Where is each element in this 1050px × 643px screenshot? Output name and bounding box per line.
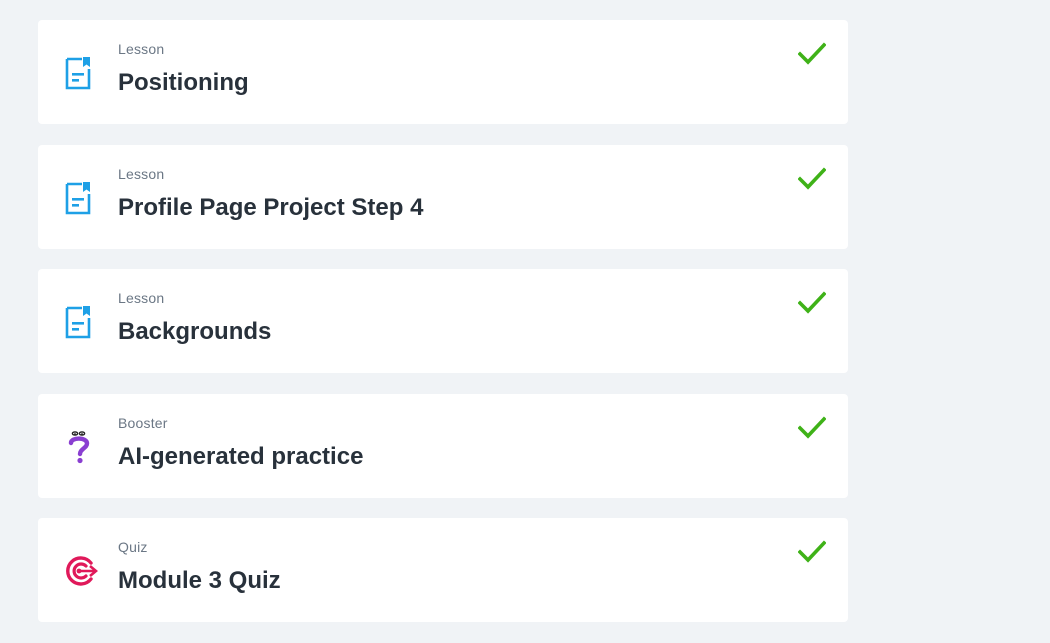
checkmark-icon (797, 166, 827, 191)
booster-question-icon (64, 430, 94, 464)
item-type-label: Lesson (118, 165, 165, 182)
lesson-document-icon (64, 56, 94, 90)
list-item-positioning[interactable]: Lesson Positioning (38, 20, 848, 124)
item-type-label: Lesson (118, 290, 165, 306)
lesson-document-icon (64, 305, 94, 339)
checkmark-icon (797, 291, 827, 315)
item-title: Profile Page Project Step 4 (118, 193, 424, 221)
item-title: Backgrounds (118, 318, 272, 345)
item-type-label: Lesson (118, 41, 165, 57)
list-item-module-3-quiz[interactable]: Quiz Module 3 Quiz (38, 518, 848, 622)
item-type-label: Quiz (118, 539, 148, 555)
item-title: Positioning (118, 69, 249, 96)
checkmark-icon (797, 42, 827, 66)
item-title: Module 3 Quiz (118, 567, 281, 594)
list-item-ai-generated-practice[interactable]: Booster AI-generated practice (38, 393, 848, 498)
module-item-list: Lesson Positioning Lesson Profile Page P… (38, 20, 848, 643)
checkmark-icon (797, 415, 827, 440)
item-title: AI-generated practice (118, 442, 364, 470)
lesson-document-icon (64, 181, 94, 215)
quiz-target-icon (64, 554, 98, 588)
list-item-profile-page-project[interactable]: Lesson Profile Page Project Step 4 (38, 144, 848, 249)
checkmark-icon (797, 540, 827, 564)
item-type-label: Booster (118, 414, 168, 431)
list-item-backgrounds[interactable]: Lesson Backgrounds (38, 269, 848, 373)
